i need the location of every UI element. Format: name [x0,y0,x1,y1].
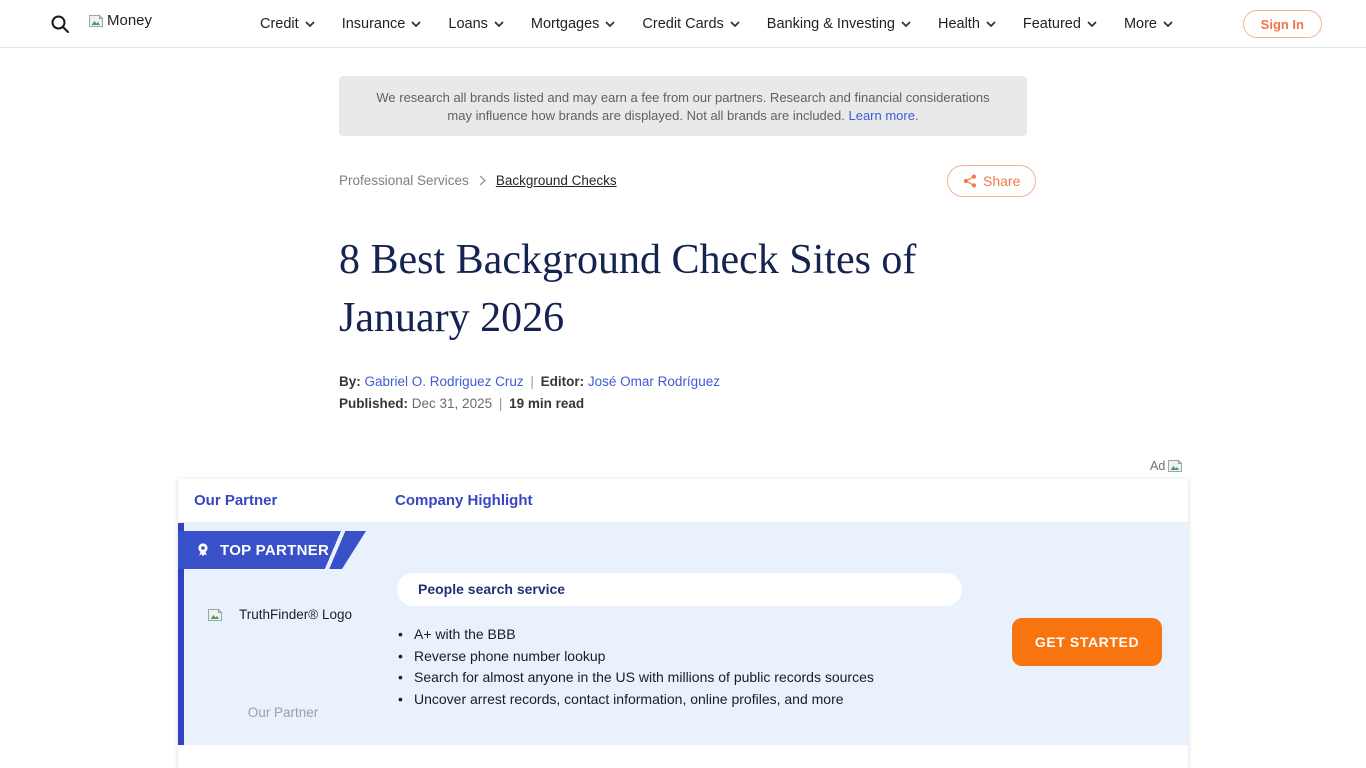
breadcrumb-parent[interactable]: Professional Services [339,173,469,188]
money-logo[interactable]: Money [88,12,152,29]
top-navigation-bar: Money Credit Insurance Loans Mortgages C… [0,0,1366,48]
partner-logo[interactable]: TruthFinder® Logo [207,607,352,622]
page: Money Credit Insurance Loans Mortgages C… [0,0,1366,768]
column-header-company-highlight: Company Highlight [395,492,533,509]
share-button[interactable]: Share [947,165,1036,197]
chevron-down-icon [411,21,421,27]
search-icon[interactable] [50,14,70,34]
chevron-down-icon [986,21,996,27]
top-partner-badge: TOP PARTNER [178,531,366,569]
next-row-partial [178,745,1188,768]
chevron-down-icon [494,21,504,27]
ad-disclosure: Ad [1150,459,1183,473]
broken-image-icon [207,608,223,622]
partner-table-header: Our Partner Company Highlight [178,479,1188,523]
breadcrumb-current[interactable]: Background Checks [496,173,617,188]
advertiser-disclosure: We research all brands listed and may ea… [339,76,1027,136]
published-date: Dec 31, 2025 [412,396,492,411]
partner-logo-alt-text: TruthFinder® Logo [239,607,352,622]
main-menu: Credit Insurance Loans Mortgages Credit … [260,0,1173,48]
list-item: Uncover arrest records, contact informat… [397,689,997,711]
editor-label: Editor: [541,374,585,389]
highlight-list: A+ with the BBB Reverse phone number loo… [397,624,997,710]
breadcrumb-chevron-icon [479,175,486,186]
nav-item-more[interactable]: More [1124,16,1173,32]
nav-item-mortgages[interactable]: Mortgages [531,16,616,32]
learn-more-link[interactable]: Learn more [848,108,914,123]
nav-item-loans[interactable]: Loans [448,16,504,32]
list-item: Search for almost anyone in the US with … [397,667,997,689]
share-icon [963,174,977,188]
read-time: 19 min read [509,396,584,411]
nav-item-health[interactable]: Health [938,16,996,32]
top-partner-label: TOP PARTNER [220,542,329,559]
list-item: Reverse phone number lookup [397,646,997,668]
chevron-down-icon [605,21,615,27]
chevron-down-icon [1163,21,1173,27]
byline: By: Gabriel O. Rodriguez Cruz | Editor: … [339,374,720,389]
nav-item-insurance[interactable]: Insurance [342,16,422,32]
nav-item-featured[interactable]: Featured [1023,16,1097,32]
our-partner-caption: Our Partner [208,705,358,720]
medal-icon [195,542,211,558]
by-label: By: [339,374,361,389]
published-label: Published: [339,396,408,411]
published-line: Published: Dec 31, 2025 | 19 min read [339,396,584,411]
broken-image-icon [88,14,104,28]
chevron-down-icon [901,21,911,27]
editor-link[interactable]: José Omar Rodríguez [588,374,720,389]
page-title: 8 Best Background Check Sites of January… [339,231,1039,347]
nav-item-banking-investing[interactable]: Banking & Investing [767,16,911,32]
get-started-button[interactable]: GET STARTED [1012,618,1162,666]
partner-comparison-card: Our Partner Company Highlight TOP PARTNE… [178,479,1188,768]
sign-in-button[interactable]: Sign In [1243,10,1322,38]
nav-item-credit-cards[interactable]: Credit Cards [642,16,739,32]
column-header-our-partner: Our Partner [194,492,277,509]
author-link[interactable]: Gabriel O. Rodriguez Cruz [365,374,524,389]
chevron-down-icon [1087,21,1097,27]
broken-image-icon [1167,459,1183,473]
category-pill: People search service [397,573,962,606]
share-label: Share [983,173,1020,189]
ad-label-text: Ad [1150,459,1165,473]
breadcrumb: Professional Services Background Checks [339,173,617,188]
list-item: A+ with the BBB [397,624,997,646]
chevron-down-icon [730,21,740,27]
top-partner-row: TOP PARTNER TruthFinder® Logo Our Partne… [178,523,1188,745]
logo-alt-text: Money [107,12,152,29]
nav-item-credit[interactable]: Credit [260,16,315,32]
chevron-down-icon [305,21,315,27]
